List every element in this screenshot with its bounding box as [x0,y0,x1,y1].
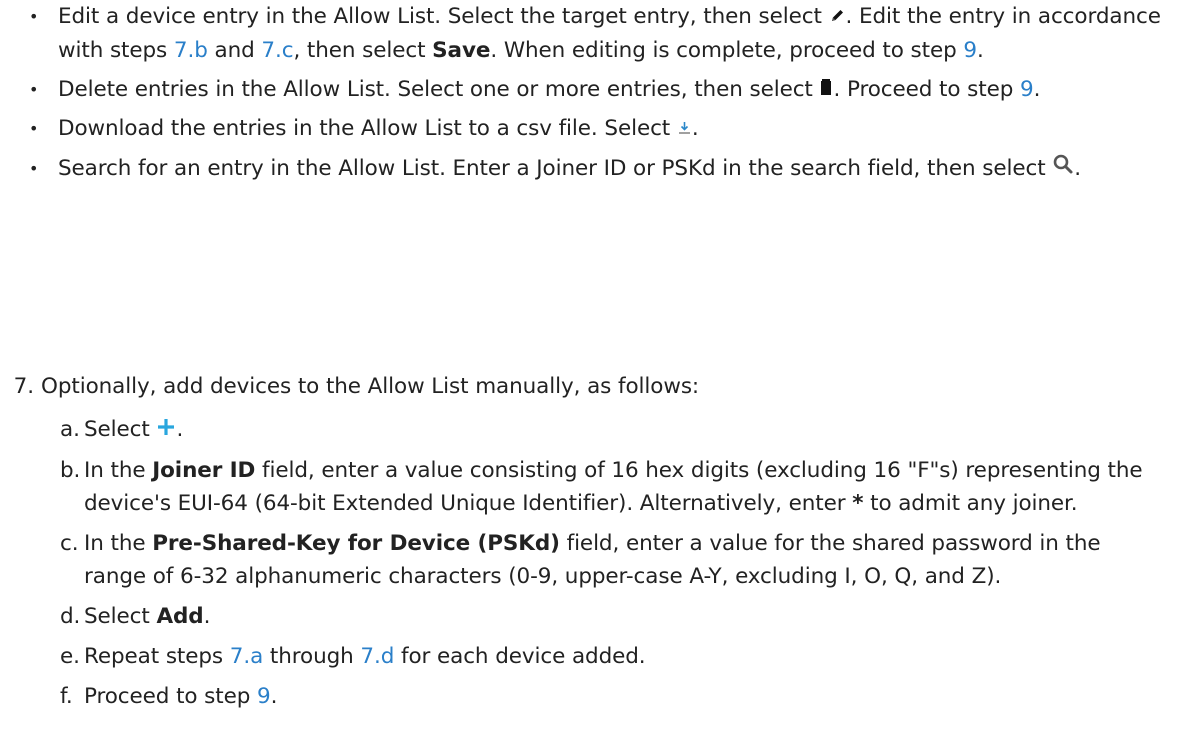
download-icon [677,113,692,146]
link-step-7a[interactable]: 7.a [230,644,263,669]
trash-icon [819,73,833,106]
pskd-label: Pre-Shared-Key for Device (PSKd) [152,530,560,556]
bullet-item-search: • Search for an entry in the Allow List.… [0,152,1191,186]
substep-f: f. Proceed to step 9. [0,680,1191,713]
bullet-marker: • [29,79,39,99]
document-page: • Edit a device entry in the Allow List.… [0,0,1191,748]
bullet-item-delete: • Delete entries in the Allow List. Sele… [0,73,1191,107]
bullet-item-download: • Download the entries in the Allow List… [0,112,1191,146]
substep-letter: f. [60,683,73,709]
substep-letter: b. [60,457,81,483]
link-step-7b[interactable]: 7.b [174,38,208,63]
bullet-marker: • [29,158,39,178]
substep-c: c. In the Pre-Shared-Key for Device (PSK… [0,527,1191,593]
bullet-item-edit: • Edit a device entry in the Allow List.… [0,0,1191,67]
substep-e: e. Repeat steps 7.a through 7.d for each… [0,640,1191,673]
save-label: Save [432,37,491,63]
add-label: Add [156,603,204,629]
link-step-9[interactable]: 9 [963,38,977,63]
search-icon [1052,152,1074,185]
step-7: 7. Optionally, add devices to the Allow … [0,370,1191,720]
substep-letter: a. [60,417,80,442]
link-step-9[interactable]: 9 [257,684,271,709]
bullet-list: • Edit a device entry in the Allow List.… [0,0,1191,191]
substep-a: a. Select . [0,413,1191,447]
bullet-marker: • [29,7,39,26]
pencil-icon [829,1,846,34]
substep-d: d. Select Add. [0,600,1191,633]
bullet-marker: • [29,119,39,138]
link-step-9[interactable]: 9 [1020,77,1034,102]
link-step-7c[interactable]: 7.c [261,38,293,63]
substep-letter: d. [60,603,81,629]
wildcard-symbol: * [852,490,864,516]
joiner-id-label: Joiner ID [152,457,256,483]
substep-b: b. In the Joiner ID field, enter a value… [0,454,1191,520]
link-step-7d[interactable]: 7.d [360,644,394,669]
substep-list: a. Select . b. In the Joiner ID field, e… [0,413,1191,713]
substep-letter: e. [60,643,80,669]
step-number: 7. [13,374,34,399]
plus-icon [156,414,176,447]
substep-letter: c. [60,530,79,556]
step-7-heading: 7. Optionally, add devices to the Allow … [0,370,1191,403]
